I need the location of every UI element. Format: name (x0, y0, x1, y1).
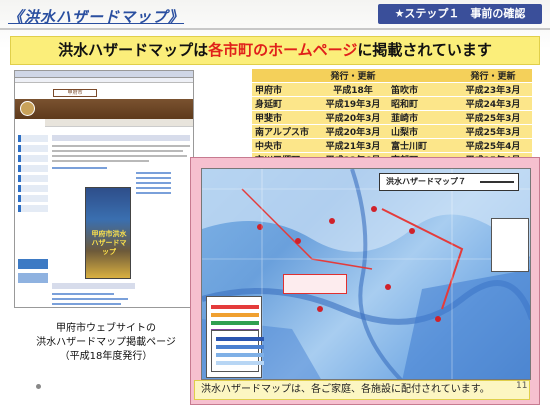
text-link (136, 177, 171, 179)
map-note-box (283, 274, 347, 294)
website-caption: 甲府市ウェブサイトの 洪水ハザードマップ掲載ページ （平成18年度発行） (0, 322, 212, 364)
text-link (52, 298, 128, 300)
table-header-row: 発行・更新 発行・更新 (252, 69, 532, 83)
city-name: 中央市 (252, 138, 318, 153)
page-number: 11 (516, 381, 528, 391)
sidebar-link (18, 205, 48, 212)
caption-line-3: （平成18年度発行） (59, 351, 153, 362)
site-sidebar (18, 135, 48, 215)
publish-date: 平成25年4月 (454, 138, 532, 153)
scale-bar (480, 179, 514, 183)
sidebar-link (18, 145, 48, 152)
headline-banner: 洪水ハザードマップは各市町のホームページに掲載されています (10, 36, 540, 65)
publish-date: 平成24年3月 (454, 96, 532, 111)
caption-line-1: 甲府市ウェブサイトの (56, 323, 156, 334)
sidebar-link (18, 185, 48, 192)
publish-date: 平成25年3月 (454, 124, 532, 139)
publication-table: 発行・更新 発行・更新 甲府市 平成18年 笛吹市 平成23年3月 身延町 平成… (252, 69, 532, 166)
table-header-right: 発行・更新 (454, 69, 532, 83)
banner-text-1: 洪水ハザードマップは (58, 41, 209, 59)
table-row: 南アルプス市 平成20年3月 山梨市 平成25年3月 (252, 124, 532, 139)
map-side-note (491, 218, 529, 272)
header-divider (0, 28, 550, 30)
step-badge: ★ステップ１ 事前の確認 (378, 4, 542, 24)
publish-date: 平成20年3月 (318, 110, 388, 125)
city-seal-icon (20, 101, 35, 116)
sidebar-banner (18, 273, 48, 283)
city-name: 甲斐市 (252, 110, 318, 125)
site-link-list (52, 283, 190, 307)
publish-date: 平成20年3月 (318, 124, 388, 139)
text-line (52, 145, 190, 147)
banner-text-2: に掲載されています (357, 41, 492, 59)
city-name: 南アルプス市 (252, 124, 318, 139)
publish-date: 平成19年3月 (318, 96, 388, 111)
cover-title: 甲府市洪水ハザードマップ (91, 230, 127, 256)
table-row: 中央市 平成21年3月 富士川町 平成25年4月 (252, 138, 532, 153)
slide-title: 《洪水ハザードマップ》 (8, 8, 185, 26)
website-screenshot: 甲府市 甲府市洪水ハザードマップ (14, 70, 194, 308)
table-row: 身延町 平成19年3月 昭和町 平成24年3月 (252, 96, 532, 111)
table-row: 甲府市 平成18年 笛吹市 平成23年3月 (252, 82, 532, 97)
browser-bar (15, 71, 193, 78)
table-row: 甲斐市 平成20年3月 韮崎市 平成25年3月 (252, 110, 532, 125)
sidebar-link (18, 175, 48, 182)
publish-date: 平成23年3月 (454, 82, 532, 97)
publish-date: 平成21年3月 (318, 138, 388, 153)
city-name: 身延町 (252, 96, 318, 111)
sidebar-link (18, 195, 48, 202)
text-link (136, 187, 171, 189)
text-line (52, 160, 149, 162)
city-name: 韮崎市 (388, 110, 454, 125)
city-name: 昭和町 (388, 96, 454, 111)
text-line (52, 150, 184, 152)
text-link (136, 182, 171, 184)
content-heading (52, 283, 135, 289)
text-link (136, 172, 171, 174)
city-name: 甲府市 (252, 82, 318, 97)
site-logo: 甲府市 (53, 89, 97, 97)
city-name: 笛吹市 (388, 82, 454, 97)
banner-text-highlight: 各市町のホームページ (208, 41, 358, 59)
site-header-band (15, 99, 193, 119)
publish-date: 平成25年3月 (454, 110, 532, 125)
table-header-left: 発行・更新 (318, 69, 388, 83)
caption-line-2: 洪水ハザードマップ掲載ページ (36, 337, 176, 348)
sidebar-link (18, 165, 48, 172)
publish-date: 平成18年 (318, 82, 388, 97)
hazard-map-cover: 甲府市洪水ハザードマップ (85, 187, 131, 279)
sidebar-link (18, 155, 48, 162)
bullet-dot (36, 384, 41, 389)
depth-legend (211, 330, 264, 372)
hazard-map-image: 洪水ハザードマップ７ (190, 157, 540, 405)
text-link (52, 293, 115, 295)
sidebar-link (18, 135, 48, 142)
sidebar-banner (18, 259, 48, 269)
text-line (52, 155, 188, 157)
site-nav (45, 119, 193, 127)
text-link (136, 192, 171, 194)
text-link (52, 167, 108, 169)
city-name: 富士川町 (388, 138, 454, 153)
text-link (52, 303, 121, 305)
city-name: 山梨市 (388, 124, 454, 139)
map-title-text: 洪水ハザードマップ７ (386, 177, 466, 186)
slide: 《洪水ハザードマップ》 ★ステップ１ 事前の確認 洪水ハザードマップは各市町のホ… (0, 0, 550, 410)
map-footer-note: 洪水ハザードマップは、各ご家庭、各施設に配付されています。 (194, 380, 530, 400)
content-heading (52, 135, 190, 141)
browser-toolbar (15, 78, 193, 83)
map-title: 洪水ハザードマップ７ (379, 173, 519, 191)
